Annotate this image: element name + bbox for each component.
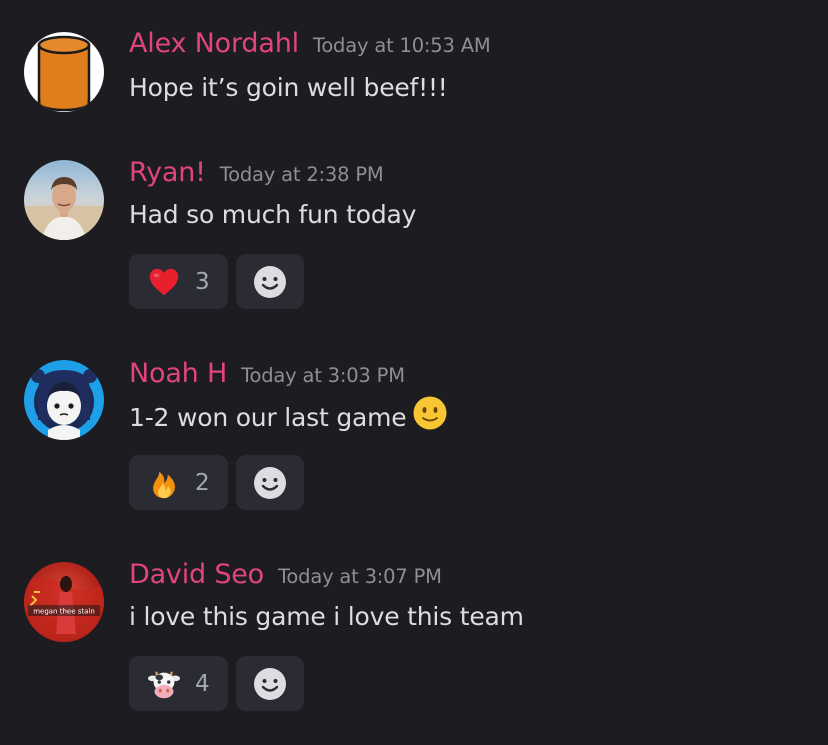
message-text: Had so much fun today [129,200,417,229]
red-heart-icon [149,268,179,295]
avatar[interactable] [24,360,104,440]
add-reaction-button[interactable] [236,656,304,711]
cow-face-icon [147,670,181,698]
reactions-bar: 4 [129,656,304,711]
fire-icon [153,471,175,498]
cartoon-character [31,369,97,440]
reaction-fire[interactable]: 2 [129,455,228,510]
avatar[interactable] [24,32,104,112]
timestamp: Today at 10:53 AM [312,34,491,57]
avatar[interactable]: megan thee stain [24,562,104,642]
add-reaction-button[interactable] [236,254,304,309]
smiley-icon [254,265,286,298]
timestamp: Today at 3:03 PM [241,364,405,387]
smiley-icon [254,667,286,700]
reaction-count: 3 [195,268,210,295]
avatar-caption: megan thee stain [33,608,95,616]
avatar[interactable] [24,160,104,240]
author-name[interactable]: Noah H [129,358,227,389]
author-name[interactable]: Ryan! [129,157,206,188]
orange-cylinder-icon [37,35,91,112]
timestamp: Today at 2:38 PM [219,163,384,186]
reaction-cow-face[interactable]: 4 [129,656,228,711]
reactions-bar: 2 [129,455,304,510]
reaction-count: 4 [195,670,210,697]
message-text: Hope it’s goin well beef!!! [129,73,448,102]
smiley-icon [254,466,286,499]
message-text: i love this game i love this team [129,602,524,631]
author-name[interactable]: David Seo [129,559,264,590]
red-flag-photo: megan thee stain [24,576,104,642]
message-text-content: 1-2 won our last game [129,403,407,432]
author-name[interactable]: Alex Nordahl [129,28,299,59]
reactions-bar: 3 [129,254,304,309]
timestamp: Today at 3:07 PM [278,565,442,588]
reaction-red-heart[interactable]: 3 [129,254,228,309]
slightly-smiling-face-icon [412,395,448,437]
add-reaction-button[interactable] [236,455,304,510]
reaction-count: 2 [195,469,210,496]
person-photo [24,177,104,240]
chat-log: Alex Nordahl Today at 10:53 AM Hope it’s … [0,0,828,745]
message-text: 1-2 won our last game [129,396,448,437]
